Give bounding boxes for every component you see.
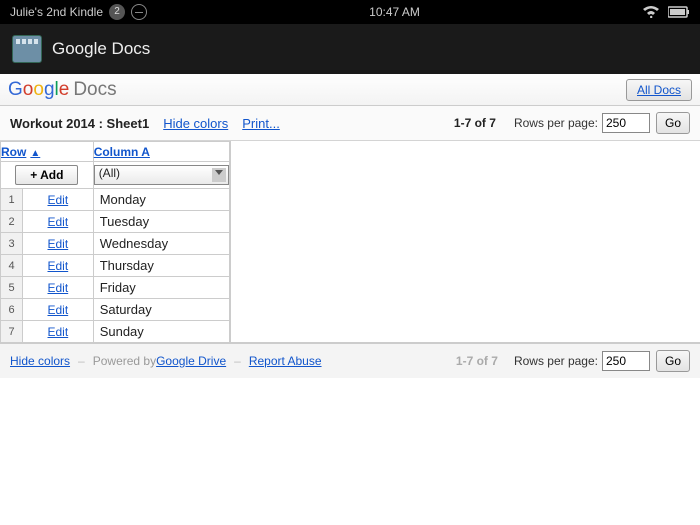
edit-link[interactable]: Edit (23, 256, 93, 276)
table-row: 2EditTuesday (1, 211, 230, 233)
clock: 10:47 AM (147, 5, 642, 19)
print-link[interactable]: Print... (242, 116, 280, 131)
rows-per-page-label-top: Rows per page: (514, 116, 598, 130)
table-row: 3EditWednesday (1, 233, 230, 255)
edit-link[interactable]: Edit (23, 322, 93, 342)
column-a-filter-value: (All) (99, 166, 120, 180)
table-row: 7EditSunday (1, 321, 230, 343)
status-bar: Julie's 2nd Kindle 2 10:47 AM (0, 0, 700, 24)
column-header-row[interactable]: Row▲ (1, 142, 94, 162)
pager-range-top: 1-7 of 7 (454, 116, 496, 130)
notification-count-badge: 2 (109, 4, 125, 20)
powered-by-label: Powered by (93, 354, 156, 368)
app-header: Google Docs (0, 24, 700, 74)
footer: Hide colors – Powered by Google Drive – … (0, 343, 700, 378)
sheet-table: Row▲ Column A + Add (All) 1EditMonday 2E… (0, 141, 230, 343)
cell-a: Tuesday (94, 211, 229, 232)
cell-a: Sunday (94, 321, 229, 342)
add-row-button[interactable]: + Add (15, 165, 78, 185)
edit-link[interactable]: Edit (23, 300, 93, 320)
brand-row: Google Docs All Docs (0, 74, 700, 106)
table-row: 4EditThursday (1, 255, 230, 277)
table-row: 6EditSaturday (1, 299, 230, 321)
rows-per-page-input-bottom[interactable] (602, 351, 650, 371)
all-docs-button[interactable]: All Docs (626, 79, 692, 101)
table-area: Row▲ Column A + Add (All) 1EditMonday 2E… (0, 141, 700, 343)
cell-a: Thursday (94, 255, 229, 276)
edit-link[interactable]: Edit (23, 190, 93, 210)
cell-a: Saturday (94, 299, 229, 320)
pager-range-bottom: 1-7 of 7 (456, 354, 498, 368)
wifi-icon (642, 6, 660, 18)
cell-a: Friday (94, 277, 229, 298)
device-name: Julie's 2nd Kindle (10, 5, 103, 19)
report-abuse-link[interactable]: Report Abuse (249, 354, 322, 368)
hide-colors-link-footer[interactable]: Hide colors (10, 354, 70, 368)
edit-link[interactable]: Edit (23, 278, 93, 298)
battery-icon (668, 6, 690, 18)
dnd-icon (131, 4, 147, 20)
cell-a: Wednesday (94, 233, 229, 254)
go-button-bottom[interactable]: Go (656, 350, 690, 372)
column-a-filter[interactable]: (All) (94, 165, 229, 185)
toolbar: Workout 2014 : Sheet1 Hide colors Print.… (0, 106, 700, 141)
sort-asc-icon: ▲ (30, 148, 40, 159)
document-title: Workout 2014 : Sheet1 (10, 116, 149, 131)
rows-per-page-label-bottom: Rows per page: (514, 354, 598, 368)
edit-link[interactable]: Edit (23, 234, 93, 254)
google-drive-link[interactable]: Google Drive (156, 354, 226, 368)
dropdown-icon (212, 168, 226, 182)
table-row: 1EditMonday (1, 189, 230, 211)
edit-link[interactable]: Edit (23, 212, 93, 232)
app-title: Google Docs (52, 39, 150, 59)
column-header-a[interactable]: Column A (93, 142, 229, 162)
go-button-top[interactable]: Go (656, 112, 690, 134)
hide-colors-link[interactable]: Hide colors (163, 116, 228, 131)
table-row: 5EditFriday (1, 277, 230, 299)
google-docs-logo: Google Docs (8, 79, 117, 101)
app-icon (12, 35, 42, 63)
cell-a: Monday (94, 189, 229, 210)
rows-per-page-input-top[interactable] (602, 113, 650, 133)
